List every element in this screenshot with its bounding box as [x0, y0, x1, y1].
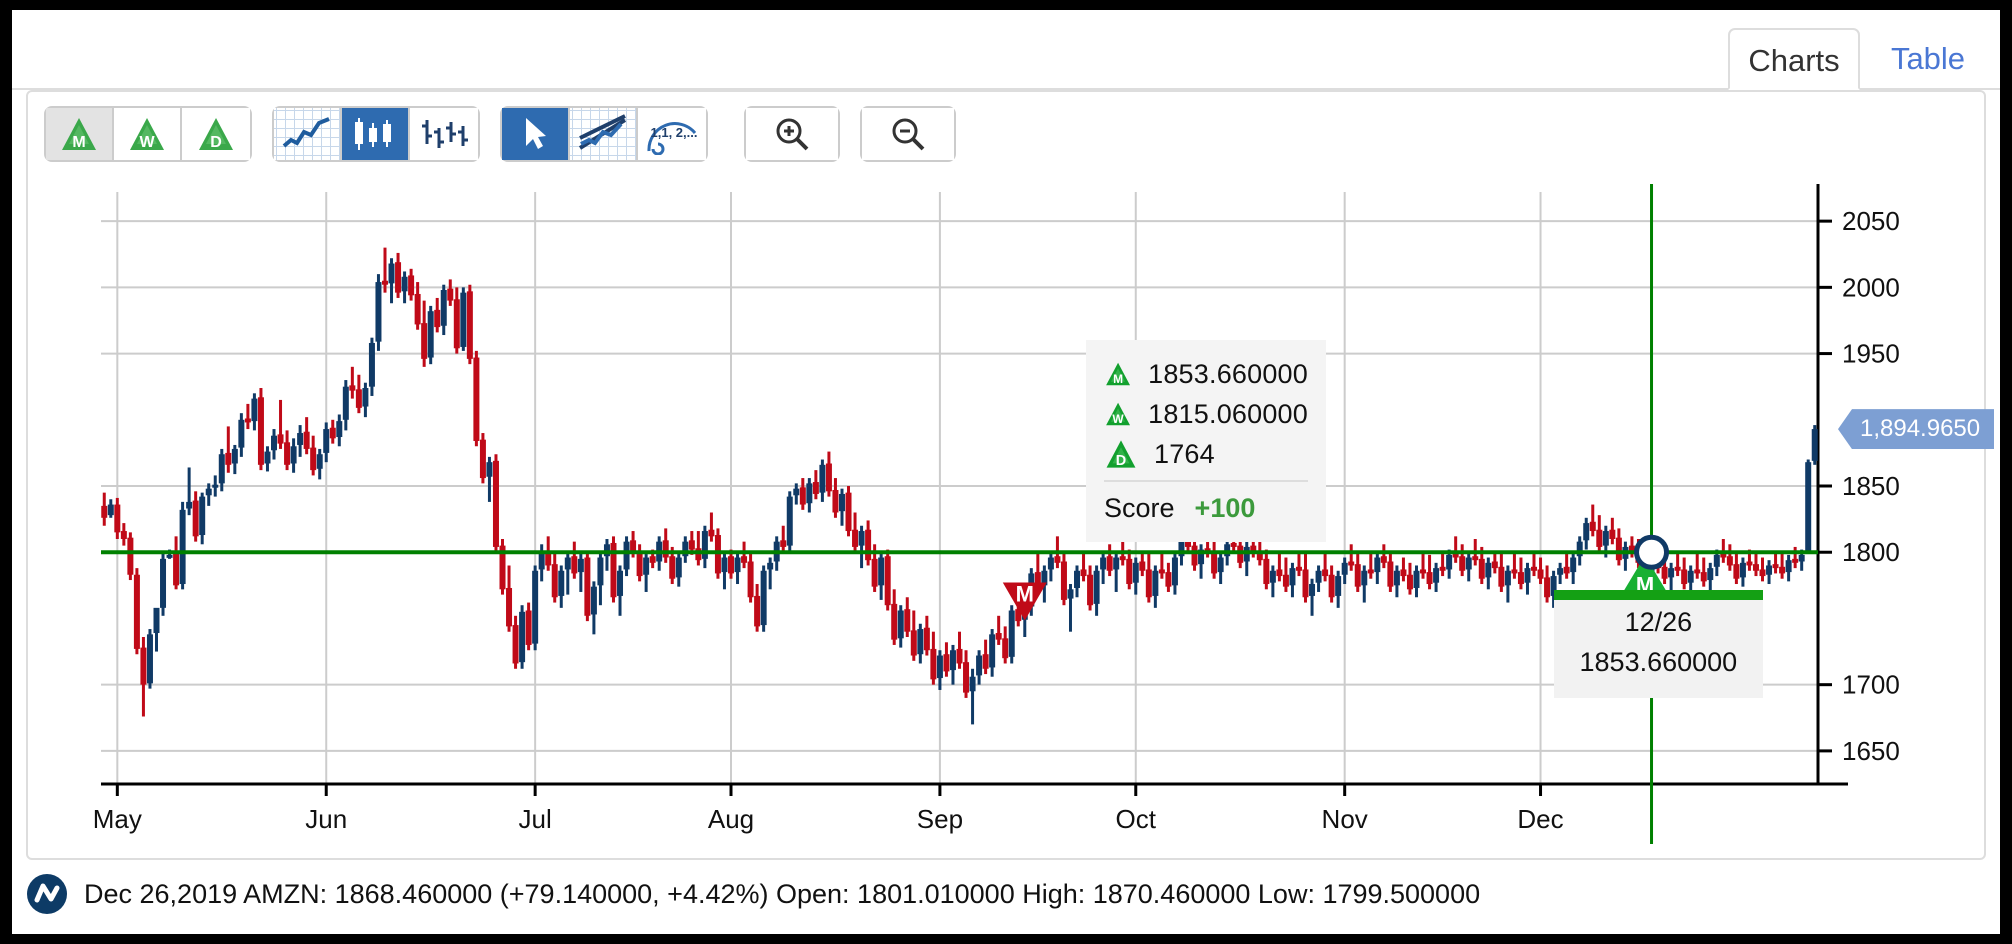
svg-text:Nov: Nov [1322, 804, 1368, 834]
svg-text:Aug: Aug [708, 804, 754, 834]
tab-table[interactable]: Table [1870, 28, 1986, 90]
svg-text:W: W [139, 134, 155, 151]
score-label: Score [1104, 492, 1175, 523]
zoom-in-button[interactable] [746, 108, 838, 160]
zoom-out-icon [892, 118, 925, 151]
triangle-m-icon: M [62, 118, 96, 151]
triangle-d-icon: D [1106, 440, 1136, 469]
app-logo-icon [27, 874, 67, 914]
tooltip-date: 12/26 [1624, 607, 1693, 638]
candlestick-chart[interactable]: 1650 1700 1800 1850 1950 2000 2050 May Jun Jul Aug… [28, 170, 1988, 862]
zoom-out-button[interactable] [862, 108, 954, 160]
current-price-value: 1,894.9650 [1860, 415, 1981, 443]
legend-row-daily: D 1764 [1104, 434, 1308, 474]
cursor-tool-button[interactable] [502, 108, 570, 160]
ohlc-bar-icon [422, 120, 468, 148]
svg-text:M: M [1113, 372, 1123, 386]
line-chart-icon [282, 117, 330, 148]
page: Charts Table M W D 1,1, 2,... 1650 1700 … [12, 10, 2000, 934]
triangle-w-icon: W [130, 118, 164, 151]
svg-text:M: M [1016, 582, 1034, 607]
timeframe-daily-button[interactable]: D [182, 108, 250, 160]
candlestick-chart-icon [355, 118, 391, 150]
svg-text:2050: 2050 [1842, 206, 1900, 236]
svg-text:1800: 1800 [1842, 537, 1900, 567]
svg-text:M: M [72, 134, 85, 151]
tab-charts[interactable]: Charts [1728, 28, 1860, 90]
score-row: Score +100 [1104, 486, 1308, 530]
plot-area[interactable]: 1650 1700 1800 1850 1950 2000 2050 May Jun Jul Aug… [28, 170, 1988, 862]
legend-value-monthly: 1853.660000 [1148, 358, 1308, 389]
current-price-flag: 1,894.9650 [1838, 409, 1995, 450]
indicator-legend: M 1853.660000 W 1815.060000 D 1764 Score… [1086, 340, 1326, 542]
trendline-tool-button[interactable] [570, 108, 638, 160]
legend-value-weekly: 1815.060000 [1148, 398, 1308, 429]
legend-row-weekly: W 1815.060000 [1104, 394, 1308, 434]
svg-text:1650: 1650 [1842, 736, 1900, 766]
timeframe-group: M W D [44, 106, 252, 162]
fibonacci-label: 1,1, 2,... [651, 125, 698, 140]
chart-type-candlestick-button[interactable] [342, 108, 410, 160]
svg-text:1950: 1950 [1842, 339, 1900, 369]
svg-text:May: May [93, 804, 142, 834]
legend-value-daily: 1764 [1154, 438, 1215, 469]
fibonacci-icon: 1,1, 2,... [647, 122, 698, 155]
legend-divider [1104, 480, 1308, 482]
app-frame: Charts Table M W D 1,1, 2,... 1650 1700 … [0, 0, 2012, 944]
chart-panel: M W D 1,1, 2,... 1650 1700 1800 1850 195… [26, 90, 1995, 862]
tooltip-value: 1853.660000 [1579, 647, 1738, 678]
zoom-in-group [744, 106, 840, 162]
zoom-in-icon [776, 118, 809, 151]
zoom-out-group [860, 106, 956, 162]
trendline-icon [578, 114, 627, 150]
triangle-d-icon: D [199, 118, 233, 151]
svg-text:2000: 2000 [1842, 272, 1900, 302]
svg-text:Jun: Jun [305, 804, 347, 834]
legend-row-monthly: M 1853.660000 [1104, 354, 1308, 394]
score-value: +100 [1194, 492, 1256, 523]
chart-type-line-button[interactable] [274, 108, 342, 160]
triangle-w-icon: W [1106, 402, 1131, 426]
tooltip-top-bar [1553, 590, 1764, 601]
svg-text:Sep: Sep [917, 804, 963, 834]
tool-group: 1,1, 2,... [500, 106, 708, 162]
chart-tooltip: 12/26 1853.660000 [1553, 590, 1764, 699]
chart-type-bar-button[interactable] [410, 108, 478, 160]
status-bar: Dec 26,2019 AMZN: 1868.460000 (+79.14000… [26, 866, 1986, 922]
fibonacci-tool-button[interactable]: 1,1, 2,... [638, 108, 706, 160]
tab-bar: Charts Table [12, 10, 2000, 90]
svg-text:D: D [210, 134, 222, 151]
svg-text:Oct: Oct [1116, 804, 1157, 834]
status-text: Dec 26,2019 AMZN: 1868.460000 (+79.14000… [84, 878, 1481, 909]
svg-text:W: W [1112, 412, 1124, 426]
timeframe-weekly-button[interactable]: W [114, 108, 182, 160]
timeframe-monthly-button[interactable]: M [46, 108, 114, 160]
svg-text:1700: 1700 [1842, 670, 1900, 700]
svg-text:D: D [1116, 453, 1126, 469]
chart-type-group [272, 106, 480, 162]
cursor-icon [526, 118, 546, 149]
svg-text:1850: 1850 [1842, 471, 1900, 501]
triangle-m-icon: M [1106, 362, 1131, 386]
svg-text:Jul: Jul [519, 804, 552, 834]
svg-text:Dec: Dec [1517, 804, 1563, 834]
